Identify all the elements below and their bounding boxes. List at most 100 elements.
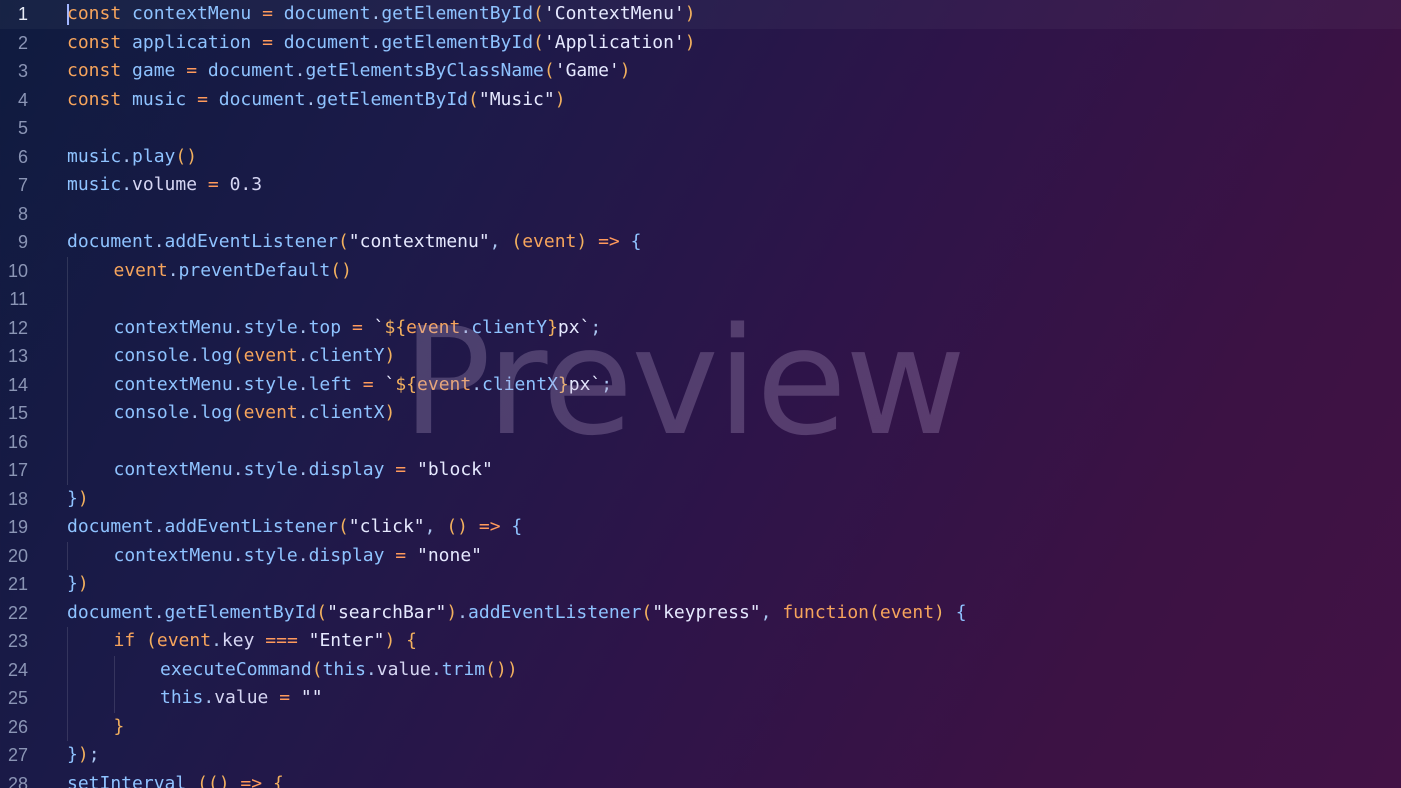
code-line[interactable]: 9 document.addEventListener("contextmenu"… [0,228,1401,257]
code-token: "Music" [478,88,555,110]
code-line[interactable]: 17 contextMenu.style.display = "block" [0,456,1401,485]
code-token: getElementsByClassName [305,60,544,81]
code-token: "" [300,687,323,708]
code-token: . [297,373,309,395]
code-line[interactable]: 5 [0,114,1401,143]
code-token: . [297,402,309,423]
indent-guide [67,541,68,570]
line-number: 16 [7,431,28,452]
code-line[interactable]: 27}); [0,741,1401,770]
line-number: 27 [7,745,28,765]
code-token: . [297,544,309,566]
code-token: { [406,630,418,651]
code-line[interactable]: 25 this.value = "" [0,684,1401,713]
code-text: contextMenu.style.display = "none" [114,542,483,571]
code-line[interactable]: 22 document.getElementById("searchBar").a… [0,599,1401,628]
indent-guide [67,256,68,285]
indent-guide [67,712,68,741]
code-token: } [113,715,125,737]
code-token: . [294,60,306,81]
code-token: ; [88,744,100,765]
code-line[interactable]: 28 setInterval (() => { [0,770,1401,788]
code-token: } [557,373,569,395]
code-token: . [430,658,442,680]
code-line[interactable]: 24 executeCommand(this.value.trim()) [0,655,1401,684]
code-text: document.addEventListener("contextmenu",… [67,228,641,257]
code-line[interactable]: 3 const game = document.getElementsByClas… [0,57,1401,86]
code-line[interactable]: 19 document.addEventListener("click", () … [0,513,1401,542]
code-line[interactable]: 12 contextMenu.style.top = `${event.clien… [0,313,1401,342]
code-text: const game = document.getElementsByClass… [67,57,631,86]
code-text: console.log(event.clientX) [114,399,396,428]
code-line[interactable]: 21}) [0,570,1401,599]
code-token: ) [934,601,945,623]
code-token: ) [77,487,89,509]
code-line[interactable]: 16 [0,427,1401,456]
code-token: contextMenu [113,373,233,395]
code-token: ( [337,516,349,537]
code-token: display [308,459,385,480]
code-token: play [132,145,176,167]
code-token: => [478,516,501,537]
code-token: volume [132,174,198,195]
code-line[interactable]: 7 music.volume = 0.3 [0,171,1401,200]
code-token: ( [641,601,653,623]
code-token: ( [511,231,523,252]
code-token: "none" [416,544,483,566]
code-token: ${ [395,373,418,395]
code-line[interactable]: 13 console.log(event.clientY) [0,342,1401,371]
code-token: console [113,345,190,366]
line-number: 22 [7,602,28,623]
code-token: event [113,259,168,281]
code-token: px` [557,316,591,338]
line-number: 15 [7,403,28,423]
code-token: . [189,345,201,366]
line-number: 6 [17,146,28,167]
code-line[interactable]: 8 [0,200,1401,229]
code-line[interactable]: 18}) [0,485,1401,514]
code-token: ) [684,31,696,53]
code-line[interactable]: 15 console.log(event.clientX) [0,399,1401,428]
code-token: const [67,60,122,81]
code-text: setInterval (() => { [67,770,284,788]
code-line[interactable]: 26} [0,712,1401,741]
code-token: ( [543,60,555,81]
code-line[interactable]: 1 const contextMenu = document.getElement… [0,0,1401,29]
code-token: trim [441,658,486,680]
code-token: ()) [485,658,518,680]
code-token: display [308,544,385,566]
code-line[interactable]: 6 music.play() [0,143,1401,172]
code-text: }) [67,485,89,514]
code-token: } [547,316,558,338]
code-line[interactable]: 4 const music = document.getElementById("… [0,86,1401,115]
line-number: 26 [7,716,28,737]
code-token: getElementById [164,601,317,623]
code-editor[interactable]: 1 const contextMenu = document.getElement… [0,0,1401,788]
code-token: executeCommand [160,658,312,680]
code-line[interactable]: 10 event.preventDefault() [0,256,1401,285]
indent-guide [113,684,115,713]
code-line[interactable]: 23 if (event.key === "Enter") { [0,627,1401,656]
code-line[interactable]: 2 const application = document.getElement… [0,29,1401,58]
code-line[interactable]: 20 contextMenu.style.display = "none" [0,541,1401,571]
indent-guide [67,313,68,342]
code-token: = [362,373,374,395]
code-token: clientY [471,316,548,338]
code-line[interactable]: 14 contextMenu.style.left = `${event.clie… [0,370,1401,399]
indent-guide [67,427,68,456]
line-number: 24 [7,659,28,680]
code-token: ) [384,402,396,423]
code-line[interactable]: 11 [0,285,1401,314]
code-token: ` [384,373,396,395]
